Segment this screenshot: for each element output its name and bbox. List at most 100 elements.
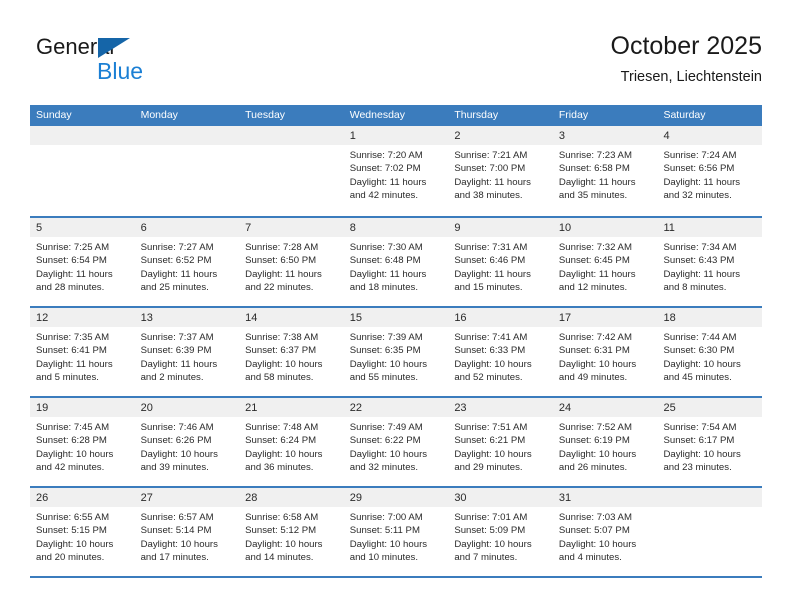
day-number: 23 — [454, 402, 467, 414]
calendar-day-cell[interactable]: 17 Sunrise: 7:42 AM Sunset: 6:31 PM Dayligh… — [552, 308, 658, 396]
calendar-day-cell[interactable]: 27 Sunrise: 6:57 AM Sunset: 5:14 PM Dayligh… — [134, 488, 240, 576]
daylight-text-line1: Daylight: 10 hours — [349, 358, 428, 370]
day-sun-info: Sunrise: 7:39 AM Sunset: 6:35 PM Daylight:… — [344, 327, 449, 384]
calendar-day-cell[interactable]: 8 Sunrise: 7:30 AM Sunset: 6:48 PM Daylight… — [343, 218, 449, 306]
calendar-day-cell[interactable]: 1 Sunrise: 7:20 AM Sunset: 7:02 PM Daylight… — [343, 126, 449, 216]
daylight-text-line1: Daylight: 11 hours — [454, 176, 531, 188]
day-sun-info: Sunrise: 7:00 AM Sunset: 5:11 PM Daylight:… — [344, 507, 449, 564]
calendar-day-cell[interactable]: 21 Sunrise: 7:48 AM Sunset: 6:24 PM Dayligh… — [239, 398, 344, 486]
calendar-day-cell[interactable]: 22 Sunrise: 7:49 AM Sunset: 6:22 PM Dayligh… — [343, 398, 449, 486]
title-block: October 2025 Triesen, Liechtenstein — [611, 30, 763, 88]
sunrise-text: Sunrise: 7:34 AM — [663, 242, 737, 253]
calendar-bottom-rule — [30, 576, 762, 578]
day-number-band: 5 — [30, 218, 135, 237]
sunset-text: Sunset: 5:07 PM — [558, 525, 630, 537]
calendar-week-row: 12 Sunrise: 7:35 AM Sunset: 6:41 PM Dayligh… — [30, 306, 763, 396]
daylight-text-line2: and 38 minutes. — [454, 189, 523, 201]
sunset-text: Sunset: 5:09 PM — [454, 525, 526, 537]
daylight-text-line1: Daylight: 10 hours — [349, 538, 428, 550]
calendar-day-cell[interactable]: 28 Sunrise: 6:58 AM Sunset: 5:12 PM Dayligh… — [239, 488, 344, 576]
daylight-text-line2: and 36 minutes. — [245, 461, 314, 473]
sunrise-text: Sunrise: 7:31 AM — [454, 242, 528, 253]
day-sun-info: Sunrise: 7:21 AM Sunset: 7:00 PM Daylight:… — [448, 145, 553, 202]
day-sun-info: Sunrise: 7:51 AM Sunset: 6:21 PM Daylight:… — [448, 417, 553, 474]
day-number-band: 15 — [343, 308, 449, 327]
calendar-day-cell[interactable]: 13 Sunrise: 7:37 AM Sunset: 6:39 PM Dayligh… — [134, 308, 240, 396]
day-number: 26 — [36, 492, 49, 504]
day-number-band: 21 — [239, 398, 344, 417]
calendar-day-cell[interactable]: 26 Sunrise: 6:55 AM Sunset: 5:15 PM Dayligh… — [30, 488, 135, 576]
calendar-day-cell[interactable]: 16 Sunrise: 7:41 AM Sunset: 6:33 PM Dayligh… — [448, 308, 553, 396]
calendar-day-cell[interactable]: 25 Sunrise: 7:54 AM Sunset: 6:17 PM Dayligh… — [657, 398, 763, 486]
daylight-text-line2: and 26 minutes. — [558, 461, 628, 473]
calendar-day-cell[interactable]: 19 Sunrise: 7:45 AM Sunset: 6:28 PM Dayligh… — [30, 398, 135, 486]
sunset-text: Sunset: 7:00 PM — [454, 163, 526, 175]
calendar-day-cell[interactable]: 4 Sunrise: 7:24 AM Sunset: 6:56 PM Daylight… — [657, 126, 763, 216]
calendar-weeks: 1 Sunrise: 7:20 AM Sunset: 7:02 PM Daylight… — [30, 126, 763, 576]
day-number: 21 — [245, 402, 258, 414]
calendar-day-cell[interactable]: 7 Sunrise: 7:28 AM Sunset: 6:50 PM Daylight… — [239, 218, 344, 306]
daylight-text-line2: and 15 minutes. — [454, 281, 523, 293]
daylight-text-line1: Daylight: 11 hours — [663, 268, 741, 280]
day-sun-info: Sunrise: 7:54 AM Sunset: 6:17 PM Daylight:… — [657, 417, 762, 474]
sunrise-text: Sunrise: 7:51 AM — [454, 422, 528, 433]
day-number-band: 7 — [239, 218, 344, 237]
calendar-day-cell-empty — [239, 126, 344, 216]
day-sun-info: Sunrise: 7:20 AM Sunset: 7:02 PM Daylight:… — [344, 145, 449, 202]
day-sun-info: Sunrise: 7:34 AM Sunset: 6:43 PM Daylight:… — [657, 237, 762, 294]
sunset-text: Sunset: 6:17 PM — [663, 435, 735, 447]
calendar-day-cell[interactable]: 2 Sunrise: 7:21 AM Sunset: 7:00 PM Daylight… — [448, 126, 553, 216]
daylight-text-line1: Daylight: 10 hours — [349, 448, 428, 460]
sunset-text: Sunset: 6:21 PM — [454, 435, 526, 447]
day-number-band: 1 — [343, 126, 449, 145]
calendar-day-cell[interactable]: 15 Sunrise: 7:39 AM Sunset: 6:35 PM Dayligh… — [343, 308, 449, 396]
day-number: 16 — [454, 312, 467, 324]
calendar-day-cell[interactable]: 20 Sunrise: 7:46 AM Sunset: 6:26 PM Dayligh… — [134, 398, 240, 486]
day-number-band — [134, 126, 240, 145]
day-number: 22 — [349, 402, 362, 414]
calendar-day-cell[interactable]: 14 Sunrise: 7:38 AM Sunset: 6:37 PM Dayligh… — [239, 308, 344, 396]
calendar-day-cell[interactable]: 29 Sunrise: 7:00 AM Sunset: 5:11 PM Dayligh… — [343, 488, 449, 576]
day-number-band: 31 — [552, 488, 658, 507]
sunset-text: Sunset: 6:45 PM — [558, 255, 630, 267]
calendar-day-cell[interactable]: 31 Sunrise: 7:03 AM Sunset: 5:07 PM Dayligh… — [552, 488, 658, 576]
day-sun-info: Sunrise: 7:32 AM Sunset: 6:45 PM Daylight:… — [553, 237, 658, 294]
sunrise-text: Sunrise: 7:49 AM — [349, 422, 423, 433]
daylight-text-line2: and 2 minutes. — [140, 371, 204, 383]
calendar-day-cell[interactable]: 12 Sunrise: 7:35 AM Sunset: 6:41 PM Dayligh… — [30, 308, 135, 396]
daylight-text-line1: Daylight: 10 hours — [36, 538, 114, 550]
calendar-day-cell[interactable]: 3 Sunrise: 7:23 AM Sunset: 6:58 PM Daylight… — [552, 126, 658, 216]
calendar-day-cell[interactable]: 6 Sunrise: 7:27 AM Sunset: 6:52 PM Daylight… — [134, 218, 240, 306]
day-number-band: 2 — [448, 126, 553, 145]
daylight-text-line2: and 7 minutes. — [454, 551, 518, 563]
daylight-text-line2: and 55 minutes. — [349, 371, 419, 383]
calendar-day-cell[interactable]: 30 Sunrise: 7:01 AM Sunset: 5:09 PM Dayligh… — [448, 488, 553, 576]
daylight-text-line2: and 8 minutes. — [663, 281, 727, 293]
sunset-text: Sunset: 6:35 PM — [349, 345, 421, 357]
daylight-text-line2: and 35 minutes. — [558, 189, 628, 201]
daylight-text-line2: and 22 minutes. — [245, 281, 314, 293]
daylight-text-line2: and 58 minutes. — [245, 371, 314, 383]
calendar-week-row: 5 Sunrise: 7:25 AM Sunset: 6:54 PM Daylight… — [30, 216, 763, 306]
daylight-text-line2: and 25 minutes. — [140, 281, 209, 293]
sunset-text: Sunset: 7:02 PM — [349, 163, 421, 175]
calendar-day-cell[interactable]: 9 Sunrise: 7:31 AM Sunset: 6:46 PM Daylight… — [448, 218, 553, 306]
sunrise-text: Sunrise: 7:24 AM — [663, 150, 737, 161]
day-sun-info: Sunrise: 7:28 AM Sunset: 6:50 PM Daylight:… — [239, 237, 344, 294]
day-sun-info: Sunrise: 6:55 AM Sunset: 5:15 PM Daylight:… — [30, 507, 135, 564]
calendar-day-cell[interactable]: 24 Sunrise: 7:52 AM Sunset: 6:19 PM Dayligh… — [552, 398, 658, 486]
calendar-day-cell[interactable]: 10 Sunrise: 7:32 AM Sunset: 6:45 PM Dayligh… — [552, 218, 658, 306]
daylight-text-line2: and 14 minutes. — [245, 551, 314, 563]
day-number: 4 — [663, 130, 670, 142]
daylight-text-line1: Daylight: 11 hours — [36, 268, 113, 280]
day-number-band: 28 — [239, 488, 344, 507]
day-number: 14 — [245, 312, 258, 324]
calendar-day-cell[interactable]: 11 Sunrise: 7:34 AM Sunset: 6:43 PM Dayligh… — [657, 218, 763, 306]
general-blue-logo[interactable]: General Blue — [36, 34, 186, 90]
day-number: 31 — [558, 492, 572, 504]
page-header: General Blue October 2025 Triesen, Liech… — [30, 30, 762, 96]
calendar-day-cell[interactable]: 23 Sunrise: 7:51 AM Sunset: 6:21 PM Dayligh… — [448, 398, 553, 486]
calendar-day-cell[interactable]: 18 Sunrise: 7:44 AM Sunset: 6:30 PM Dayligh… — [657, 308, 763, 396]
day-number: 5 — [36, 222, 43, 234]
calendar-day-cell[interactable]: 5 Sunrise: 7:25 AM Sunset: 6:54 PM Daylight… — [30, 218, 135, 306]
